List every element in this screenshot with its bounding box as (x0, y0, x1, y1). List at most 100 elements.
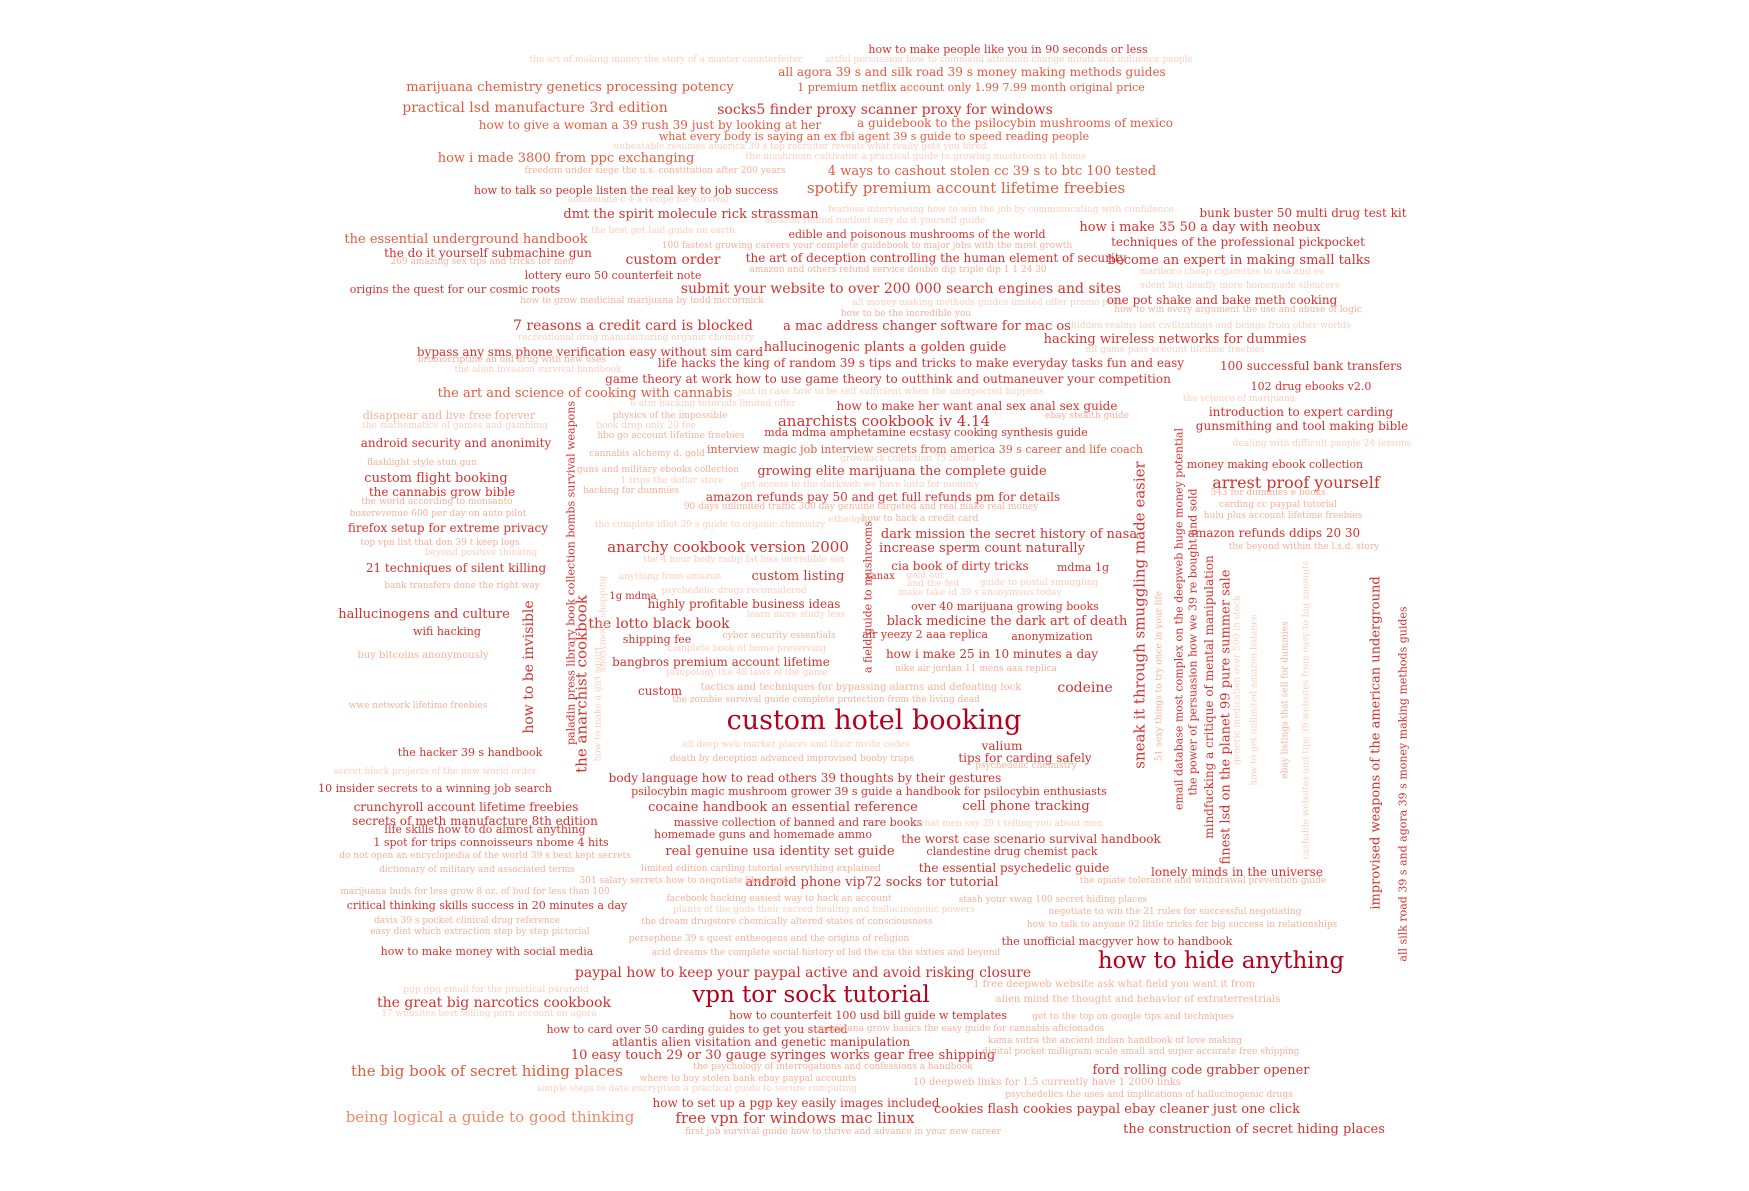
cloud-word: 1 spot for trips connoisseurs nbome 4 hi… (373, 836, 609, 849)
cloud-word: highly profitable business ideas (647, 597, 841, 611)
cloud-word: the world according to monsanto (361, 497, 513, 507)
cloud-word: psychedelic drugs reconsidered (661, 586, 807, 596)
cloud-word: the mushroom cultivator a practical guid… (745, 152, 1087, 162)
cloud-word: mda mdma amphetamine ecstasy cooking syn… (764, 426, 1088, 439)
cloud-word: hallucinogenic plants a golden guide (763, 340, 1007, 355)
cloud-word: silent but deadly more homemade silencer… (1140, 281, 1340, 291)
cloud-word: anonymization (1011, 630, 1093, 643)
cloud-word: spotify premium account lifetime freebie… (806, 179, 1126, 197)
cloud-word: generic medication over 500 in stock (1232, 595, 1243, 765)
cloud-word: the power of persuasion how we 39 re bou… (1186, 488, 1200, 796)
cloud-word: growdack collection 75 books (840, 454, 976, 464)
cloud-word: the beyond within the l.s.d. story (1228, 542, 1380, 552)
cloud-word: hallucinogens and culture (338, 607, 510, 622)
cloud-word: bunk buster 50 multi drug test kit (1199, 206, 1407, 220)
cloud-word: atlantis alien visitation and genetic ma… (611, 1035, 911, 1049)
cloud-word: ebay listings that sell for dummies (1280, 621, 1291, 779)
cloud-word: digital pocket milligram scale small and… (982, 1047, 1300, 1057)
cloud-word: the big book of secret hiding places (351, 1062, 623, 1080)
cloud-word: how to make people like you in 90 second… (868, 43, 1148, 56)
cloud-word: the construction of secret hiding places (1123, 1122, 1385, 1137)
cloud-word: marijuana chemistry genetics processing … (406, 80, 734, 95)
cloud-word: how to talk to anyone 92 little tricks f… (1026, 920, 1338, 930)
cloud-word: bangbros premium account lifetime (612, 655, 830, 669)
cloud-word: techniques of the professional pickpocke… (1111, 235, 1365, 249)
cloud-word: 10 easy touch 29 or 30 gauge syringes wo… (570, 1048, 996, 1063)
cloud-word: first job survival guide how to thrive a… (685, 1127, 1001, 1137)
cloud-word: submit your website to over 200 000 sear… (680, 281, 1122, 297)
cloud-word: flashlight style stun gun (366, 458, 478, 468)
cloud-word: amazon refund method easy do it yourself… (764, 216, 986, 226)
cloud-word: the complete idiot 39 s guide to organic… (594, 520, 826, 530)
cloud-word: the opiate tolerance and withdrawal prev… (1079, 876, 1327, 886)
cloud-word: increase sperm count naturally (879, 541, 1085, 556)
cloud-word: cell phone tracking (962, 799, 1090, 814)
cloud-word: the zombie survival guide complete prote… (672, 695, 980, 705)
cloud-word: firefox setup for extreme privacy (347, 521, 549, 535)
cloud-word: a mac address changer software for mac o… (783, 319, 1071, 334)
cloud-word: the anarchist cookbook (572, 595, 591, 773)
cloud-word: davis 39 s pocket clinical drug referenc… (373, 916, 561, 926)
cloud-word: 6 atm hacking tutorials limited offer (630, 399, 796, 409)
cloud-word: how i make 35 50 a day with neobux (1079, 220, 1321, 235)
cloud-word: guns and military ebooks collection (576, 465, 740, 475)
cloud-word: game theory at work how to use game theo… (605, 372, 1171, 386)
cloud-word: psychedelic chemistry (975, 761, 1077, 771)
cloud-word: how to get unlimited amazon balance (1249, 614, 1260, 786)
cloud-word: bank transfers done the right way (384, 581, 540, 591)
cloud-word: free vpn for windows mac linux (675, 1109, 915, 1127)
cloud-word: 4 ways to cashout stolen cc 39 s to btc … (827, 164, 1157, 179)
cloud-word: the mathematics of games and gambling (362, 421, 548, 431)
cloud-word: life skills how to do almost anything (384, 823, 586, 836)
word-cloud: custom hotel booking how to hide anything… (0, 0, 1749, 1191)
cloud-word: psilocybin magic mushroom grower 39 s gu… (631, 785, 1107, 798)
cloud-word: acid dreams the complete social history … (651, 948, 1001, 958)
cloud-word: all agora 39 s and silk road 39 s money … (778, 65, 1166, 79)
cloud-word: cocaine handbook an essential reference (648, 800, 918, 815)
cloud-word: hbo go account lifetime freebies (597, 431, 745, 441)
cloud-word: the psychology of interrogations and con… (693, 1062, 973, 1072)
cloud-word: practical lsd manufacture 3rd edition (402, 100, 668, 116)
cloud-word: alien mind the thought and behavior of e… (995, 994, 1281, 1005)
cloud-word: learn more study less (746, 610, 846, 620)
cloud-word: over 40 marijuana growing books (911, 600, 1099, 613)
cloud-word: become an expert in making small talks (1107, 253, 1371, 268)
cloud-word: custom listing (751, 569, 845, 584)
cloud-word: 1 free deepweb website ask what field yo… (973, 979, 1255, 990)
cloud-word: improvised weapons of the american under… (1368, 576, 1384, 910)
cloud-word: finest lsd on the planet 99 pure summer … (1218, 569, 1234, 865)
cloud-word: the 4 hour body radip fat loss incredibl… (643, 555, 845, 565)
cloud-word: pgp gpg email for the practical paranoid (403, 985, 589, 995)
cloud-word: 21 techniques of silent killing (365, 561, 547, 575)
cloud-word: black medicine the dark art of death (886, 614, 1128, 629)
cloud-word: just in case how to be self sufficient w… (738, 387, 1044, 397)
cloud-word: codeine (1057, 680, 1113, 696)
cloud-word: cashable websites and tips 39 websites f… (1301, 560, 1312, 860)
cloud-word: marijuana grow basics the easy guide for… (817, 1024, 1105, 1034)
cloud-word: how to set up a pgp key easily images in… (652, 1096, 940, 1110)
cloud-word: fearless interviewing how to win the job… (828, 205, 1174, 215)
cloud-word: mindfucking a critique of mental manipul… (1202, 555, 1216, 839)
cloud-word: marijuana buds for less grow 8 oz. of bu… (340, 887, 610, 897)
cloud-word: buy bitcoins anonymously (357, 650, 489, 661)
cloud-word: cannabis alchemy d. gold (589, 449, 705, 459)
cloud-word: real genuine usa identity set guide (665, 844, 895, 859)
cloud-word: limited edition carding tutorial everyth… (641, 864, 881, 874)
cloud-word: boxerevenue 600 per day on auto pilot (349, 509, 527, 519)
cloud-word: the unofficial macgyver how to handbook (1001, 935, 1233, 948)
cloud-word: do not open an encyclopedia of the world… (339, 851, 631, 861)
cloud-word: what every body is saying an ex fbi agen… (658, 130, 1090, 143)
cloud-word: make fake id 39 s anonymous today (898, 588, 1062, 598)
cloud-word: disappear and live free forever (362, 409, 536, 422)
cloud-word: carding cc paypal tutorial (1219, 500, 1337, 510)
cloud-word: dealing with difficult people 24 lessons (1232, 439, 1412, 449)
cloud-word: homemade c 4 a recipe for survival (567, 195, 729, 205)
cloud-word: easy diet which extraction step by step … (370, 927, 590, 937)
cloud-word: get to the top on google tips and techni… (1032, 1012, 1234, 1022)
cloud-word: the essential underground handbook (344, 232, 588, 247)
cloud-word: how to hack a credit card (861, 514, 979, 524)
cloud-word: bromocriptine an old drug with new uses (417, 355, 607, 365)
cloud-word: death by deception advanced improvised b… (670, 754, 914, 764)
cloud-word: gunsmithing and tool making bible (1195, 419, 1409, 433)
cloud-word: beyond positive thinking (424, 548, 538, 558)
